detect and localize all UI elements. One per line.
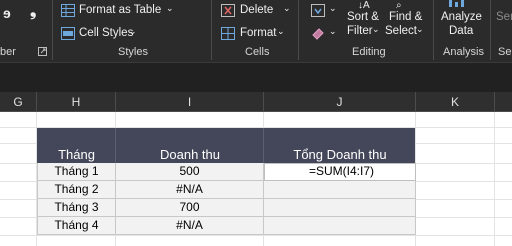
column-header-h[interactable]: H [37,92,116,112]
divider [0,62,512,63]
table-cell-month[interactable]: Tháng 4 [37,217,116,235]
analyze-data-label-1: Analyze [441,11,482,23]
find-icon: ⌕ [396,0,402,11]
table-cell-total[interactable] [264,181,416,199]
column-header-j[interactable]: J [264,92,416,112]
cell-styles-icon [61,27,75,40]
header-divider [115,128,116,163]
ribbon: ɘ ❟ ber Format as Table ⌄ Cell Styles ⌄ … [0,0,512,62]
number-format-partial[interactable]: ɘ [3,5,11,21]
editing-group-label: Editing [352,46,386,58]
delete-cells-icon [221,4,235,17]
chevron-down-icon: ⌄ [416,24,424,34]
table-cell-revenue[interactable]: 700 [116,199,264,217]
table-header-tong-doanh-thu[interactable]: Tổng Doanh thu [264,146,416,163]
table-cell-total[interactable] [264,217,416,235]
worksheet-grid[interactable]: Tháng Doanh thu Tổng Doanh thu Tháng 1 5… [0,112,512,246]
delete-label: Delete [240,4,274,16]
column-header-row: G H I J K [0,92,512,112]
chevron-down-icon: ⌄ [129,26,137,36]
table-cell-month[interactable]: Tháng 1 [37,163,116,181]
column-header-partial[interactable] [495,92,512,112]
separator [298,0,299,60]
table-format-icon [61,4,75,17]
cells-group-label: Cells [245,46,270,58]
chevron-down-icon: ⌄ [329,26,337,36]
chevron-down-icon: ⌄ [329,3,337,13]
separator [211,0,212,60]
table-cell-month[interactable]: Tháng 3 [37,199,116,217]
column-header-g[interactable]: G [0,92,37,112]
chevron-down-icon: ⌄ [372,24,380,34]
column-header-k[interactable]: K [416,92,495,112]
table-cell-revenue[interactable]: #N/A [116,181,264,199]
separator [490,0,491,60]
header-divider [263,128,264,163]
chevron-down-icon: ⌄ [277,26,285,36]
find-select-label-1: Find & [389,11,423,23]
sort-icon: ↓A [358,0,370,11]
table-cell-revenue[interactable]: #N/A [116,217,264,235]
table-cell-month[interactable]: Tháng 2 [37,181,116,199]
dialog-launcher-icon[interactable] [38,47,47,56]
chevron-down-icon: ⌄ [283,3,291,13]
cell-styles-label: Cell Styles [79,27,134,39]
sensitivity-label-partial[interactable]: Sen [496,11,512,23]
format-label: Format [240,27,277,39]
analyze-data-label-2: Data [449,25,474,37]
table-cell-total[interactable] [264,199,416,217]
format-cells-icon [221,27,235,40]
column-header-i[interactable]: I [116,92,264,112]
eraser-icon [312,28,324,40]
formula-bar-area [0,62,512,92]
sensitivity-group-label-partial: Se [498,46,512,58]
chevron-down-icon: ⌄ [166,3,174,13]
format-as-table-label: Format as Table [79,4,162,16]
table-header-thang[interactable]: Tháng [37,146,116,163]
fill-icon [311,4,325,17]
number-group-label-partial: ber [0,46,16,58]
styles-group-label: Styles [118,46,148,58]
comma-style-icon[interactable]: ❟ [30,3,36,21]
analysis-group-label: Analysis [443,46,484,58]
analyze-data-icon [449,0,464,7]
gridline [0,235,512,236]
separator [433,0,434,60]
gridline [494,112,495,246]
separator [52,0,53,60]
table-cell-revenue[interactable]: 500 [116,163,264,181]
sort-filter-label-1: Sort & [347,11,379,23]
sort-filter-label-2: Filter [347,25,373,37]
find-select-label-2: Select [385,25,417,37]
table-cell-total-active[interactable]: =SUM(I4:I7) [264,163,416,181]
table-header-doanh-thu[interactable]: Doanh thu [116,146,264,163]
